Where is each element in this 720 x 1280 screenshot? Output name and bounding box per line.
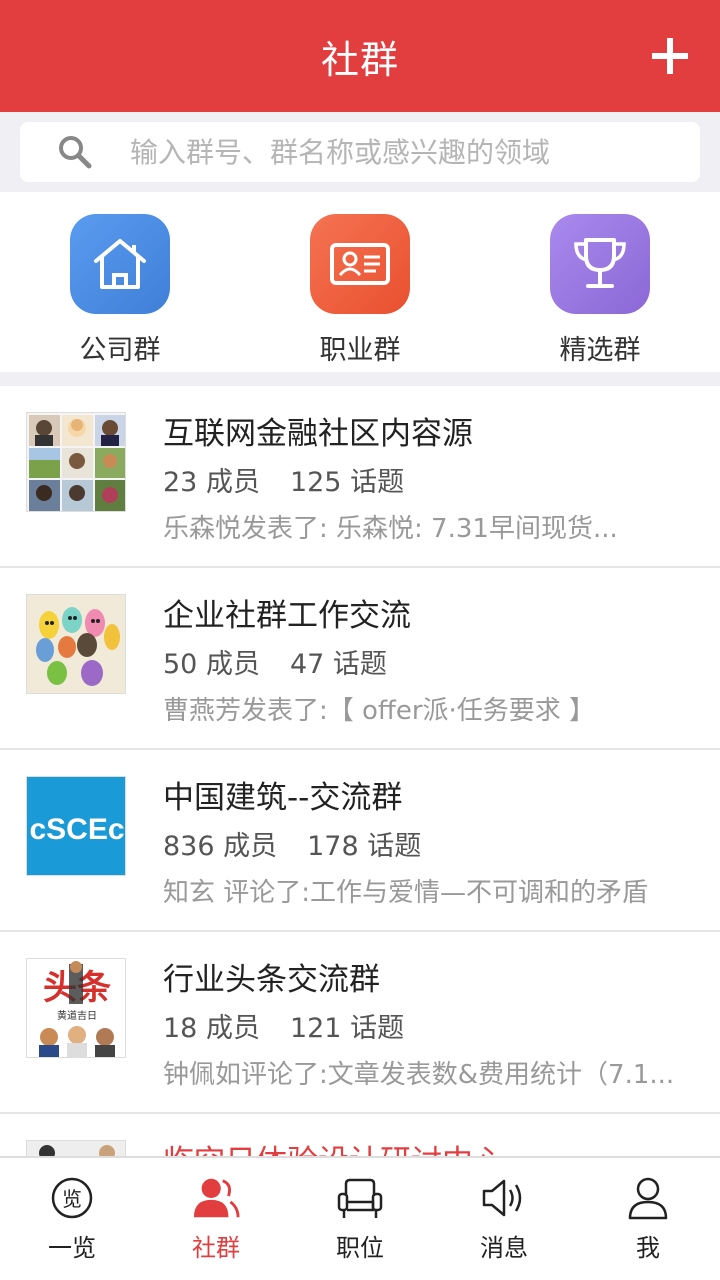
topic-count: 125 话题 — [289, 467, 405, 498]
category-label: 职业群 — [319, 335, 401, 366]
group-stats: 836 成员 178 话题 — [163, 824, 696, 864]
category-featured[interactable]: 精选群 — [480, 192, 720, 372]
search-icon — [20, 135, 130, 169]
group-name: 中国建筑--交流群 — [163, 780, 403, 816]
toutiao-sub-text: 黄道吉日 — [57, 1009, 97, 1022]
topic-count: 178 话题 — [307, 831, 422, 862]
group-stats: 23 成员 125 话题 — [163, 460, 696, 500]
topic-count: 47 话题 — [289, 649, 387, 680]
tab-label: 社群 — [192, 1234, 240, 1262]
cscec-logo-text: cSCEc — [29, 813, 124, 846]
member-count: 23 成员 — [163, 467, 260, 498]
group-stats: 18 成员 121 话题 — [163, 1006, 696, 1046]
latest-activity: 曹燕芳发表了:【 offer派·任务要求 】 — [163, 696, 596, 726]
topic-count: 121 话题 — [289, 1013, 405, 1044]
group-item[interactable]: 临空日体验设计研讨中心 — [0, 1114, 720, 1156]
group-info: 互联网金融社区内容源 23 成员 125 话题 乐森悦发表了: 乐森悦: 7.31… — [163, 408, 696, 545]
section-divider — [0, 372, 720, 386]
group-avatar — [26, 594, 126, 694]
category-profession[interactable]: 职业群 — [240, 192, 480, 372]
overview-icon: 览 — [48, 1174, 96, 1222]
group-stats: 50 成员 47 话题 — [163, 642, 696, 682]
group-avatar — [26, 1140, 126, 1156]
latest-activity: 乐森悦发表了: 乐森悦: 7.31早间现货... — [163, 514, 618, 544]
group-name: 行业头条交流群 — [163, 962, 380, 998]
tab-community[interactable]: 社群 — [144, 1158, 288, 1280]
group-name: 互联网金融社区内容源 — [163, 416, 473, 452]
tab-me[interactable]: 我 — [576, 1158, 720, 1280]
tab-label: 我 — [636, 1234, 660, 1262]
top-bar: 社群 — [0, 0, 720, 112]
group-info: 企业社群工作交流 50 成员 47 话题 曹燕芳发表了:【 offer派·任务要求… — [163, 590, 696, 727]
group-info: 临空日体验设计研讨中心 — [163, 1136, 696, 1156]
community-icon — [192, 1174, 240, 1222]
group-avatar — [26, 412, 126, 512]
group-list: 互联网金融社区内容源 23 成员 125 话题 乐森悦发表了: 乐森悦: 7.31… — [0, 386, 720, 1156]
id-card-icon — [310, 214, 410, 314]
group-item[interactable]: 互联网金融社区内容源 23 成员 125 话题 乐森悦发表了: 乐森悦: 7.31… — [0, 386, 720, 568]
group-name: 企业社群工作交流 — [163, 598, 411, 634]
add-group-button[interactable] — [642, 28, 698, 84]
tab-label: 职位 — [336, 1234, 384, 1262]
tab-label: 消息 — [480, 1234, 528, 1262]
member-count: 836 成员 — [163, 831, 278, 862]
member-count: 18 成员 — [163, 1013, 260, 1044]
category-row: 公司群 职业群 精选群 — [0, 192, 720, 372]
group-avatar: cSCEc — [26, 776, 126, 876]
member-count: 50 成员 — [163, 649, 260, 680]
group-item[interactable]: 头条 黄道吉日 行业头条交流群 18 成员 121 话题 钟佩如评论了:文章发表数… — [0, 932, 720, 1114]
tab-label: 一览 — [48, 1234, 96, 1262]
tab-messages[interactable]: 消息 — [432, 1158, 576, 1280]
app-root: 社群 输入群号、群名称或感兴趣的领域 公司群 职业群 精选群 互联网金融社区内容… — [0, 0, 720, 1280]
trophy-icon — [550, 214, 650, 314]
category-label: 精选群 — [559, 335, 641, 366]
tab-overview[interactable]: 览 一览 — [0, 1158, 144, 1280]
plus-icon — [652, 38, 688, 74]
person-icon — [624, 1174, 672, 1222]
bottom-tab-bar: 览 一览 社群 职位 消息 我 — [0, 1156, 720, 1280]
page-title: 社群 — [320, 37, 399, 82]
group-name: 临空日体验设计研讨中心 — [163, 1136, 696, 1156]
tab-jobs[interactable]: 职位 — [288, 1158, 432, 1280]
speaker-icon — [480, 1174, 528, 1222]
category-label: 公司群 — [79, 335, 161, 366]
category-company[interactable]: 公司群 — [0, 192, 240, 372]
group-item[interactable]: 企业社群工作交流 50 成员 47 话题 曹燕芳发表了:【 offer派·任务要求… — [0, 568, 720, 750]
group-avatar: 头条 黄道吉日 — [26, 958, 126, 1058]
armchair-icon — [336, 1174, 384, 1222]
house-icon — [70, 214, 170, 314]
search-section — [0, 112, 720, 192]
search-box — [20, 122, 700, 182]
latest-activity: 知玄 评论了:工作与爱情—不可调和的矛盾 — [163, 878, 649, 908]
group-info: 行业头条交流群 18 成员 121 话题 钟佩如评论了:文章发表数&费用统计（7.… — [163, 954, 696, 1091]
overview-icon-glyph: 览 — [62, 1187, 82, 1211]
group-item[interactable]: cSCEc 中国建筑--交流群 836 成员 178 话题 知玄 评论了:工作与爱… — [0, 750, 720, 932]
group-info: 中国建筑--交流群 836 成员 178 话题 知玄 评论了:工作与爱情—不可调和… — [163, 772, 696, 909]
search-input[interactable] — [130, 135, 700, 169]
latest-activity: 钟佩如评论了:文章发表数&费用统计（7.1... — [163, 1060, 675, 1090]
